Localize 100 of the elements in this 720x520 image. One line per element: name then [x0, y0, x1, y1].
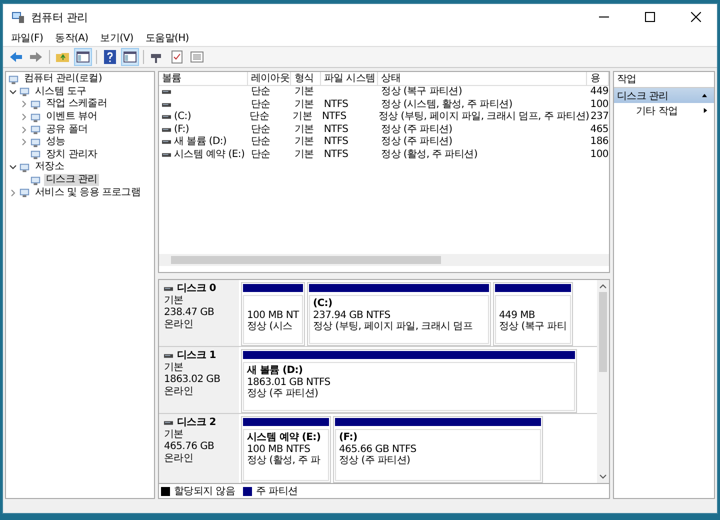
partition-block[interactable]: (C:) 237.94 GB NTFS 정상 (부팅, 페이지 파일, 크래시 덤프 — [307, 282, 491, 346]
column-header[interactable]: 형식 — [291, 72, 321, 85]
partition-label: (F:) — [339, 432, 358, 444]
table-cell: 단순 — [250, 111, 270, 124]
table-cell: 기본 — [294, 136, 314, 148]
table-cell: 기본 — [292, 111, 312, 124]
panel-button[interactable] — [74, 48, 92, 66]
partition-size: 100 MB NTFS — [247, 444, 312, 455]
table-cell: 단순 — [250, 98, 270, 111]
partition-label: 새 볼륨 (D:) — [247, 365, 304, 376]
table-cell: 정상 (주 파티션) — [381, 136, 452, 148]
column-header[interactable]: 파일 시스템 — [320, 72, 378, 85]
menu-item[interactable]: 보기(V) — [100, 31, 134, 45]
tree-item[interactable]: 서비스 및 응용 프로그램 — [33, 186, 143, 199]
table-cell: NTFS — [324, 148, 348, 161]
column-header[interactable]: 레이아웃 — [248, 72, 292, 85]
drive-icon — [162, 90, 171, 94]
actions-section-header[interactable]: 디스크 관리 — [614, 88, 714, 103]
disk-name: 디스크 2 — [177, 417, 216, 429]
tree-node-icon — [30, 136, 41, 148]
table-cell: 정상 (주 파티션) — [381, 124, 452, 136]
scroll-up-icon[interactable] — [599, 283, 607, 289]
disk-status: 온라인 — [164, 319, 194, 331]
horizontal-scrollbar[interactable] — [159, 254, 609, 266]
tree-node-icon — [30, 124, 41, 136]
menu-item[interactable]: 동작(A) — [55, 31, 88, 45]
submenu-arrow-icon — [703, 107, 708, 114]
tree-node-icon — [19, 86, 30, 98]
scroll-down-icon[interactable] — [599, 474, 607, 480]
table-cell: 237 — [590, 111, 609, 124]
drive-icon — [164, 354, 173, 358]
table-cell: 단순 — [250, 124, 270, 136]
table-cell: NTFS — [324, 136, 348, 148]
table-cell: 100 — [590, 98, 608, 111]
drive-icon — [162, 152, 171, 157]
column-header[interactable]: 용 — [587, 72, 609, 85]
table-cell: 기본 — [294, 86, 314, 98]
table-cell: 시스템 예약 (E:) — [174, 148, 245, 161]
tree-node-icon — [30, 98, 41, 110]
collapse-chevron-icon[interactable] — [9, 88, 17, 96]
legend-label: 주 파티션 — [256, 485, 298, 498]
panel-button[interactable] — [121, 48, 139, 66]
tree-item[interactable]: 디스크 관리 — [44, 174, 100, 186]
partition-block[interactable]: 시스템 예약 (E:) 100 MB NTFS 정상 (활성, 주 파 — [241, 416, 331, 483]
expand-chevron-icon[interactable] — [20, 138, 28, 146]
drive-icon — [162, 115, 171, 120]
table-cell: 기본 — [294, 148, 314, 161]
table-cell: 기본 — [294, 98, 314, 111]
vertical-scrollbar[interactable] — [597, 280, 609, 483]
action-item[interactable]: 기타 작업 — [636, 104, 678, 118]
menu-item[interactable]: 도움말(H) — [145, 31, 189, 45]
tree-item[interactable]: 장치 관리자 — [44, 148, 100, 161]
column-header[interactable]: 상태 — [378, 72, 588, 85]
partition-size: 1863.01 GB NTFS — [247, 376, 332, 388]
disk-size: 1863.02 GB — [164, 374, 222, 386]
collapse-triangle-icon[interactable] — [701, 93, 708, 98]
partition-size: 465.66 GB NTFS — [339, 444, 418, 455]
tree-item[interactable]: 공유 폴더 — [44, 124, 90, 136]
table-cell: 정상 (활성, 주 파티션) — [381, 148, 478, 161]
tree-item[interactable]: 시스템 도구 — [33, 86, 88, 98]
disk-type: 기본 — [164, 295, 184, 307]
disk-status: 온라인 — [164, 386, 194, 398]
table-cell: NTFS — [324, 124, 348, 136]
partition-block[interactable]: 새 볼륨 (D:) 1863.01 GB NTFS 정상 (주 파티션) — [241, 349, 577, 413]
partition-label: (C:) — [313, 298, 334, 310]
help-button[interactable] — [101, 48, 119, 66]
collapse-chevron-icon[interactable] — [9, 163, 17, 172]
table-cell: 기본 — [294, 124, 314, 136]
partition-status: 정상 (복구 파티 — [499, 321, 567, 332]
partition-block[interactable]: (F:) 465.66 GB NTFS 정상 (주 파티션) — [333, 416, 543, 483]
disk-name: 디스크 0 — [177, 283, 216, 295]
tree-item[interactable]: 성능 — [44, 136, 68, 148]
expand-chevron-icon[interactable] — [20, 126, 28, 134]
expand-chevron-icon[interactable] — [20, 113, 28, 122]
partition-label: 시스템 예약 (E:) — [247, 432, 322, 444]
disk-name: 디스크 1 — [177, 350, 216, 362]
partition-size: 237.94 GB NTFS — [313, 310, 392, 321]
tree-item[interactable]: 컴퓨터 관리(로컬) — [22, 73, 104, 86]
disk-type: 기본 — [164, 429, 184, 441]
drive-icon — [164, 287, 173, 291]
disk-type: 기본 — [164, 362, 184, 374]
close-icon[interactable] — [691, 12, 701, 22]
maximize-icon[interactable] — [645, 12, 655, 22]
tree-node-icon — [30, 112, 41, 123]
partition-block[interactable]: 449 MB 정상 (복구 파티 — [493, 282, 573, 346]
tree-node-icon — [8, 74, 19, 85]
table-cell: NTFS — [324, 98, 348, 111]
tree-item[interactable]: 이벤트 뷰어 — [44, 111, 100, 124]
expand-chevron-icon[interactable] — [20, 100, 28, 108]
table-cell: (C:) — [174, 111, 191, 124]
window-title: 컴퓨터 관리 — [31, 10, 89, 24]
tree-item[interactable]: 작업 스케줄러 — [44, 98, 110, 110]
expand-chevron-icon[interactable] — [9, 188, 17, 197]
column-header[interactable]: 볼륨 — [159, 72, 248, 85]
table-cell: 100 — [590, 148, 608, 161]
drive-icon — [162, 140, 171, 144]
menu-item[interactable]: 파일(F) — [11, 31, 44, 45]
tree-item[interactable]: 저장소 — [33, 161, 66, 174]
partition-block[interactable]: 100 MB NT 정상 (시스 — [241, 282, 305, 346]
table-cell: NTFS — [322, 111, 346, 124]
